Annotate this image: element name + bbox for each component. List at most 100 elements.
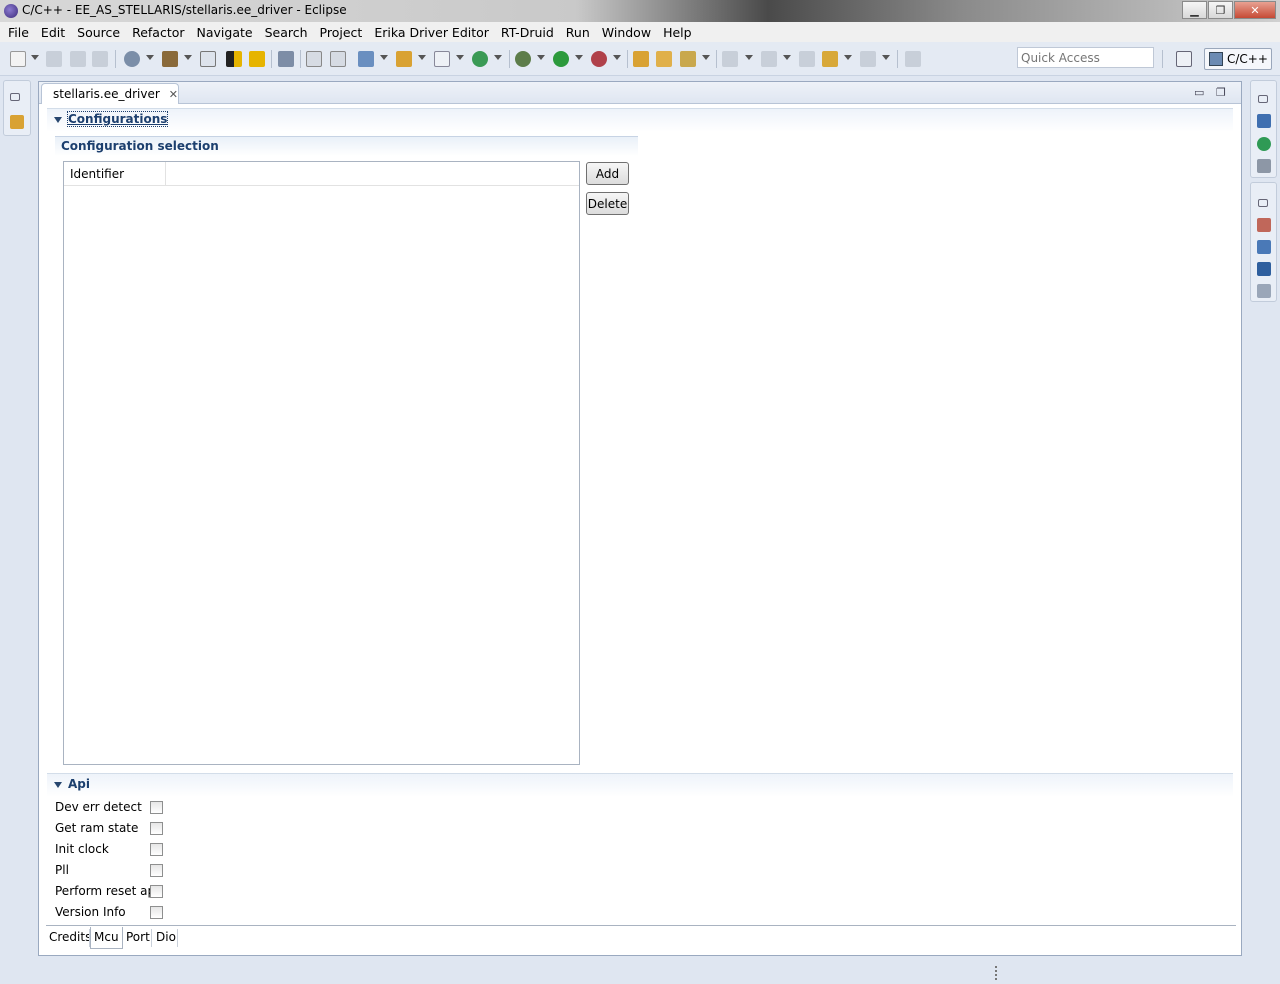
save-all-icon[interactable] (70, 51, 86, 67)
restore-icon[interactable] (1258, 199, 1268, 207)
outline-icon[interactable] (306, 51, 322, 67)
project-explorer-icon[interactable] (10, 115, 24, 129)
page-tab-port[interactable]: Port (123, 927, 153, 949)
configuration-table[interactable]: Identifier (63, 161, 580, 765)
menu-rt-druid[interactable]: RT-Druid (495, 25, 560, 40)
open-type-icon[interactable] (633, 51, 649, 67)
back-dropdown-icon[interactable] (844, 55, 852, 60)
problems-icon[interactable] (1257, 218, 1271, 232)
settings-dropdown-icon[interactable] (146, 55, 154, 60)
debug-icon[interactable] (515, 51, 531, 67)
add-configuration-button[interactable]: Add (586, 162, 629, 185)
previous-annotation-dropdown-icon[interactable] (783, 55, 791, 60)
build-dropdown-icon[interactable] (184, 55, 192, 60)
next-annotation-icon[interactable] (722, 51, 738, 67)
previous-annotation-icon[interactable] (761, 51, 777, 67)
pll-checkbox[interactable] (150, 863, 163, 877)
new-class-icon[interactable] (434, 51, 450, 67)
quick-access-input[interactable] (1017, 47, 1154, 68)
external-tools-dropdown-icon[interactable] (613, 55, 621, 60)
perform-reset-api-checkbox[interactable] (150, 884, 163, 898)
open-perspective-icon[interactable] (1176, 51, 1192, 67)
search-dropdown-icon[interactable] (702, 55, 710, 60)
back-arrow-icon[interactable] (822, 51, 838, 67)
api-section-header[interactable] (47, 773, 1233, 797)
perspective-cpp-button[interactable]: C/C++ (1204, 48, 1272, 70)
menu-file[interactable]: File (2, 25, 35, 40)
settings-icon[interactable] (124, 51, 140, 67)
tasks-icon[interactable] (1257, 240, 1271, 254)
editor-tab-strip: stellaris.ee_driver ✕ ▭ ❐ (39, 82, 1241, 104)
pin-editor-icon[interactable] (905, 51, 921, 67)
version-info-checkbox[interactable] (150, 905, 163, 919)
print-icon[interactable] (92, 51, 108, 67)
page-tab-credits[interactable]: Credits (46, 927, 94, 949)
binary-icon[interactable] (200, 51, 216, 67)
identifier-column-header[interactable]: Identifier (64, 162, 166, 186)
menu-erika-driver-editor[interactable]: Erika Driver Editor (368, 25, 495, 40)
run-icon[interactable] (553, 51, 569, 67)
configurations-section-header[interactable] (47, 108, 1233, 132)
configurations-section-title[interactable]: Configurations (66, 111, 169, 127)
build-hammer-icon[interactable] (162, 51, 178, 67)
menu-run[interactable]: Run (560, 25, 596, 40)
properties-icon[interactable] (1257, 284, 1271, 298)
close-tab-icon[interactable]: ✕ (169, 88, 178, 101)
new-source-icon[interactable] (472, 51, 488, 67)
debug-dropdown-icon[interactable] (537, 55, 545, 60)
new-class-dropdown-icon[interactable] (456, 55, 464, 60)
menu-help[interactable]: Help (657, 25, 698, 40)
delete-configuration-button[interactable]: Delete (586, 192, 629, 215)
get-ram-state-checkbox[interactable] (150, 821, 163, 835)
dev-err-detect-checkbox[interactable] (150, 800, 163, 814)
forward-arrow-icon[interactable] (860, 51, 876, 67)
outline-view-icon[interactable] (1257, 114, 1271, 128)
api-section-title[interactable]: Api (68, 777, 90, 791)
new-project-icon[interactable] (358, 51, 374, 67)
new-dropdown-icon[interactable] (31, 55, 39, 60)
run-dropdown-icon[interactable] (575, 55, 583, 60)
menu-source[interactable]: Source (71, 25, 126, 40)
menu-window[interactable]: Window (596, 25, 657, 40)
chevron-down-icon[interactable] (54, 117, 62, 123)
status-grip-handle[interactable] (995, 966, 997, 980)
menu-refactor[interactable]: Refactor (126, 25, 190, 40)
save-icon[interactable] (46, 51, 62, 67)
console-icon[interactable] (1257, 262, 1271, 276)
search-tool-icon[interactable] (680, 51, 696, 67)
toolbar-separator (509, 50, 510, 68)
menu-project[interactable]: Project (314, 25, 369, 40)
next-annotation-dropdown-icon[interactable] (745, 55, 753, 60)
init-clock-checkbox[interactable] (150, 842, 163, 856)
page-tab-dio[interactable]: Dio (153, 927, 179, 949)
highlight-icon[interactable] (249, 51, 265, 67)
pen-icon[interactable] (278, 51, 294, 67)
new-folder-icon[interactable] (396, 51, 412, 67)
configuration-selection-title: Configuration selection (61, 139, 219, 153)
chevron-down-icon[interactable] (54, 782, 62, 788)
paragraph-icon[interactable] (330, 51, 346, 67)
new-file-icon[interactable] (10, 51, 26, 67)
close-window-button[interactable]: ✕ (1234, 1, 1276, 19)
new-project-dropdown-icon[interactable] (380, 55, 388, 60)
toggle-mark-icon[interactable] (226, 51, 242, 67)
menu-edit[interactable]: Edit (35, 25, 71, 40)
new-folder-dropdown-icon[interactable] (418, 55, 426, 60)
editor-tab-stellaris[interactable]: stellaris.ee_driver ✕ (41, 83, 179, 104)
restore-icon[interactable] (10, 93, 20, 101)
new-source-dropdown-icon[interactable] (494, 55, 502, 60)
task-list-icon[interactable] (1257, 159, 1271, 173)
maximize-window-button[interactable]: ❐ (1208, 1, 1233, 19)
minimize-window-button[interactable]: ▁ (1182, 1, 1207, 19)
menu-navigate[interactable]: Navigate (191, 25, 259, 40)
page-tab-mcu[interactable]: Mcu (90, 927, 123, 949)
forward-dropdown-icon[interactable] (882, 55, 890, 60)
open-folder-icon[interactable] (656, 51, 672, 67)
restore-icon[interactable] (1258, 95, 1268, 103)
external-tools-icon[interactable] (591, 51, 607, 67)
maximize-editor-icon[interactable]: ❐ (1216, 86, 1226, 99)
minimize-editor-icon[interactable]: ▭ (1194, 86, 1204, 99)
make-target-icon[interactable] (1257, 137, 1271, 151)
last-edit-icon[interactable] (799, 51, 815, 67)
menu-search[interactable]: Search (259, 25, 314, 40)
